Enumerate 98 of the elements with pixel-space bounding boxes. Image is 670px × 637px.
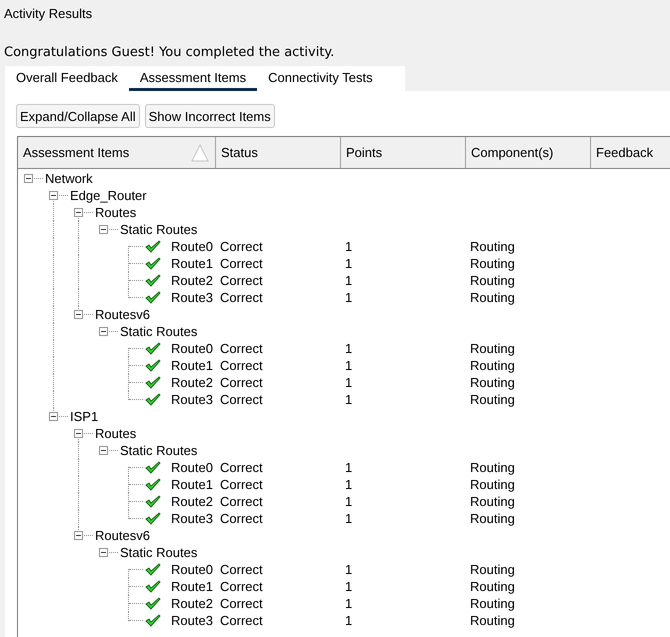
tree-item[interactable]: Routesv6 bbox=[95, 306, 150, 323]
table-cell: Routing bbox=[470, 579, 515, 594]
tree-item[interactable]: Route3 bbox=[171, 612, 213, 629]
table-cell: Routing bbox=[470, 239, 515, 254]
table-cell: 1 bbox=[345, 239, 352, 254]
table-cell: Correct bbox=[220, 358, 263, 373]
table-cell: Routing bbox=[470, 341, 515, 356]
collapse-toggle[interactable] bbox=[74, 310, 83, 319]
table-cell: Correct bbox=[220, 613, 263, 628]
table-cell: Correct bbox=[220, 596, 263, 611]
tab[interactable]: Overall Feedback bbox=[5, 66, 129, 91]
collapse-toggle[interactable] bbox=[24, 174, 33, 183]
table-cell: Routing bbox=[470, 511, 515, 526]
table-cell: Routing bbox=[470, 358, 515, 373]
table-cell: Routing bbox=[470, 375, 515, 390]
table-cell: 1 bbox=[345, 290, 352, 305]
column-header[interactable]: Component(s) bbox=[466, 137, 591, 168]
table-cell: Correct bbox=[220, 392, 263, 407]
table-cell: Routing bbox=[470, 256, 515, 271]
table-cell: 1 bbox=[345, 256, 352, 271]
table-cell: Correct bbox=[220, 494, 263, 509]
completion-message: Congratulations Guest! You completed the activity. bbox=[3, 44, 336, 62]
tree-item[interactable]: Route3 bbox=[171, 391, 213, 408]
table-cell: Routing bbox=[470, 273, 515, 288]
column-header[interactable]: Status bbox=[216, 137, 341, 168]
table-cell: Routing bbox=[470, 596, 515, 611]
table-cell: Routing bbox=[470, 494, 515, 509]
action-button[interactable]: Show Incorrect Items bbox=[144, 104, 275, 128]
tree-item[interactable]: Static Routes bbox=[120, 442, 198, 459]
table-cell: Correct bbox=[220, 341, 263, 356]
table-cell: Routing bbox=[470, 392, 515, 407]
sort-icon bbox=[191, 144, 209, 162]
table-cell: 1 bbox=[345, 460, 352, 475]
tree-item[interactable]: Route2 bbox=[171, 272, 213, 289]
tree-item[interactable]: Routes bbox=[95, 204, 136, 221]
table-cell: Correct bbox=[220, 511, 263, 526]
table-cell: Correct bbox=[220, 256, 263, 271]
table-cell: 1 bbox=[345, 511, 352, 526]
table-cell: 1 bbox=[345, 358, 352, 373]
collapse-toggle[interactable] bbox=[99, 446, 108, 455]
tree-item[interactable]: Route1 bbox=[171, 357, 213, 374]
tree-item[interactable]: Routesv6 bbox=[95, 527, 150, 544]
column-header[interactable]: Feedback bbox=[591, 137, 670, 168]
table-cell: 1 bbox=[345, 596, 352, 611]
tree-item[interactable]: Route0 bbox=[171, 459, 213, 476]
table-cell: Correct bbox=[220, 273, 263, 288]
tree-item[interactable]: Route0 bbox=[171, 561, 213, 578]
table-cell: Routing bbox=[470, 460, 515, 475]
collapse-toggle[interactable] bbox=[99, 548, 108, 557]
table-cell: Correct bbox=[220, 562, 263, 577]
tree-item[interactable]: Route0 bbox=[171, 238, 213, 255]
collapse-toggle[interactable] bbox=[74, 429, 83, 438]
table-cell: Routing bbox=[470, 477, 515, 492]
tree-item[interactable]: ISP1 bbox=[70, 408, 98, 425]
tree-item[interactable]: Route2 bbox=[171, 493, 213, 510]
collapse-toggle[interactable] bbox=[99, 225, 108, 234]
tree-item[interactable]: Route1 bbox=[171, 578, 213, 595]
collapse-toggle[interactable] bbox=[74, 208, 83, 217]
tree-item[interactable]: Route1 bbox=[171, 476, 213, 493]
table-cell: 1 bbox=[345, 613, 352, 628]
tree-item[interactable]: Network bbox=[45, 170, 93, 187]
column-header[interactable]: Assessment Items bbox=[18, 137, 216, 168]
table-cell: Routing bbox=[470, 562, 515, 577]
table-cell: Correct bbox=[220, 290, 263, 305]
table-cell: 1 bbox=[345, 341, 352, 356]
table-cell: 1 bbox=[345, 562, 352, 577]
tree-item[interactable]: Route1 bbox=[171, 255, 213, 272]
collapse-toggle[interactable] bbox=[49, 412, 58, 421]
collapse-toggle[interactable] bbox=[99, 327, 108, 336]
tree-item[interactable]: Route2 bbox=[171, 595, 213, 612]
tree-item[interactable]: Static Routes bbox=[120, 323, 198, 340]
table-cell: Correct bbox=[220, 239, 263, 254]
table-cell: Correct bbox=[220, 460, 263, 475]
window-title: Activity Results bbox=[3, 5, 94, 23]
table-cell: Routing bbox=[470, 290, 515, 305]
collapse-toggle[interactable] bbox=[74, 531, 83, 540]
table-cell: Correct bbox=[220, 579, 263, 594]
table-cell: Routing bbox=[470, 613, 515, 628]
table-cell: 1 bbox=[345, 392, 352, 407]
table-cell: 1 bbox=[345, 273, 352, 288]
tree-item[interactable]: Route2 bbox=[171, 374, 213, 391]
tree-item[interactable]: Routes bbox=[95, 425, 136, 442]
tab[interactable]: Connectivity Tests bbox=[257, 66, 384, 91]
tree-item[interactable]: Static Routes bbox=[120, 221, 198, 238]
tree-item[interactable]: Route0 bbox=[171, 340, 213, 357]
table-cell: 1 bbox=[345, 579, 352, 594]
collapse-toggle[interactable] bbox=[49, 191, 58, 200]
action-button[interactable]: Expand/Collapse All bbox=[16, 104, 140, 128]
table-cell: 1 bbox=[345, 494, 352, 509]
table-cell: 1 bbox=[345, 477, 352, 492]
tree-item[interactable]: Static Routes bbox=[120, 544, 198, 561]
table-cell: Correct bbox=[220, 375, 263, 390]
table-cell: Correct bbox=[220, 477, 263, 492]
column-header[interactable]: Points bbox=[341, 137, 466, 168]
tree-item[interactable]: Route3 bbox=[171, 289, 213, 306]
tree-item[interactable]: Edge_Router bbox=[70, 187, 147, 204]
table-cell: 1 bbox=[345, 375, 352, 390]
tree-item[interactable]: Route3 bbox=[171, 510, 213, 527]
